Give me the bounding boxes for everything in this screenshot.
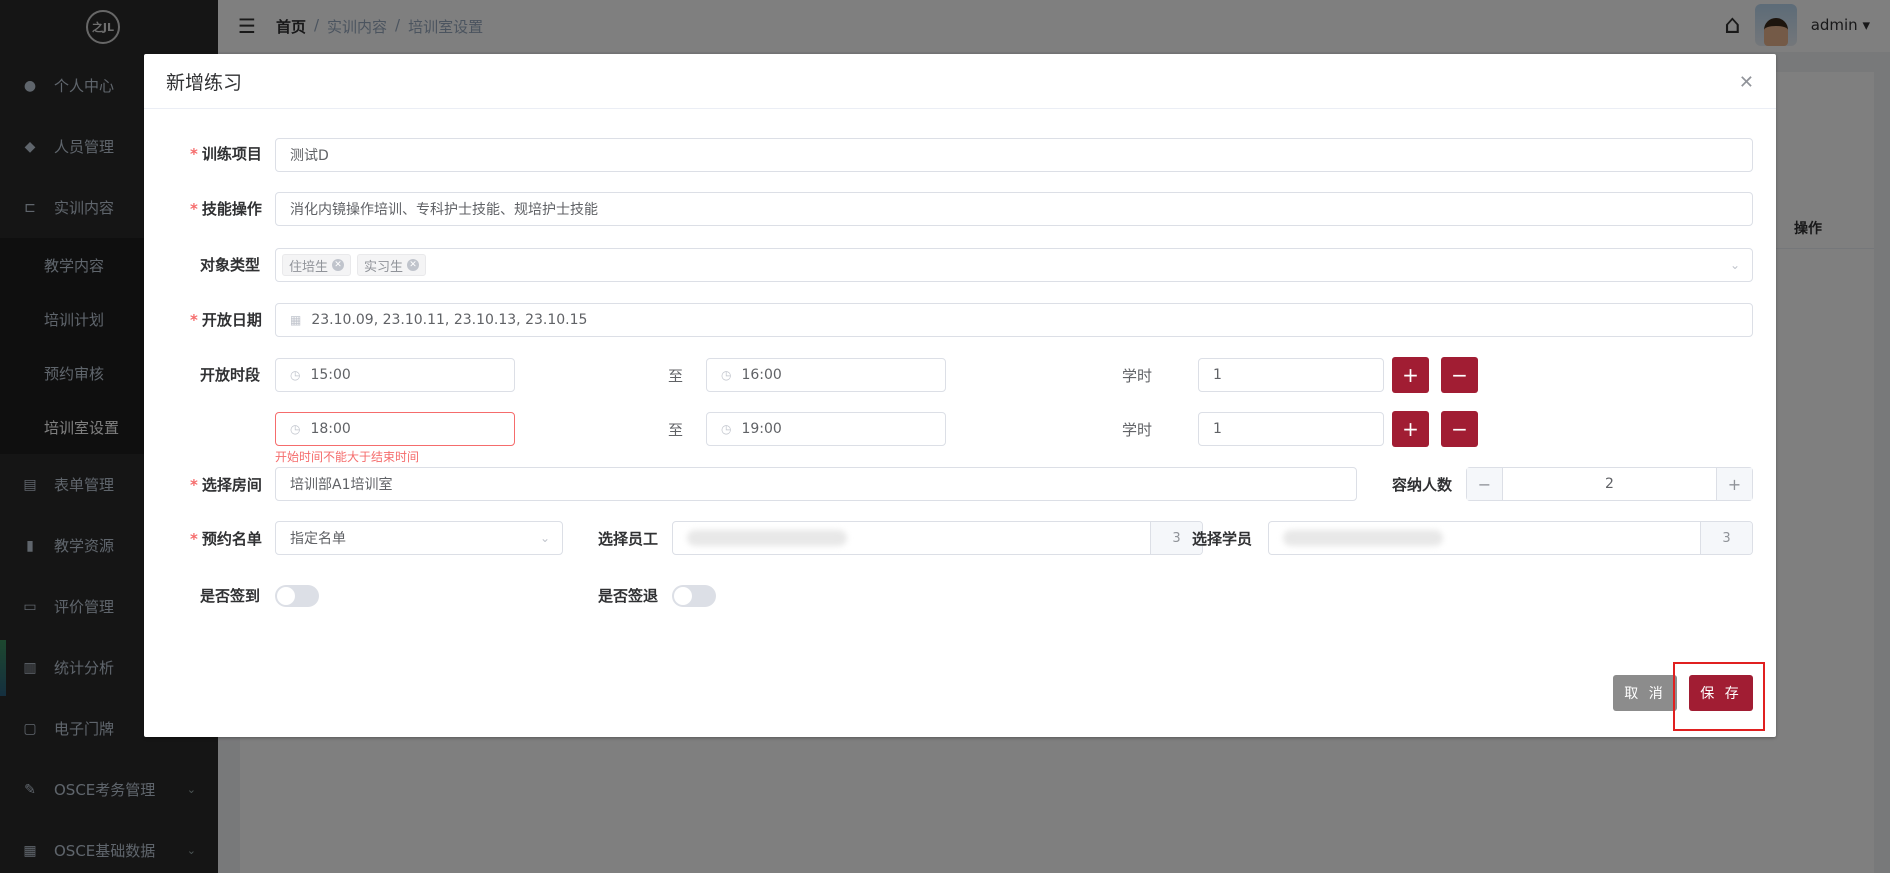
tag-close-icon[interactable]: ✕ bbox=[407, 259, 420, 271]
end-time-2[interactable]: ◷ 19:00 bbox=[706, 412, 946, 446]
hours-label: 学时 bbox=[1122, 421, 1153, 439]
staff-select[interactable]: 3 bbox=[672, 521, 1203, 555]
save-button-highlight bbox=[1673, 662, 1765, 731]
skill-label: * 技能操作 bbox=[190, 200, 262, 218]
capacity-label: 容纳人数 bbox=[1392, 476, 1453, 494]
clock-icon: ◷ bbox=[290, 368, 301, 382]
hours-label: 学时 bbox=[1122, 367, 1153, 385]
dialog-title: 新增练习 bbox=[166, 71, 243, 94]
plus-icon: + bbox=[1402, 363, 1419, 387]
remove-slot-button[interactable]: − bbox=[1441, 411, 1478, 447]
remove-slot-button[interactable]: − bbox=[1441, 357, 1478, 393]
list-value: 指定名单 bbox=[290, 531, 346, 547]
capacity-stepper: − 2 + bbox=[1466, 467, 1753, 501]
end-time-value: 16:00 bbox=[741, 367, 782, 383]
start-time-value: 18:00 bbox=[310, 421, 351, 437]
student-blurred-value bbox=[1269, 522, 1700, 554]
increase-button[interactable]: + bbox=[1716, 468, 1752, 500]
tag-close-icon[interactable]: ✕ bbox=[332, 259, 345, 271]
signout-label: 是否签退 bbox=[598, 587, 659, 605]
student-select[interactable]: 3 bbox=[1268, 521, 1753, 555]
end-time-1[interactable]: ◷ 16:00 bbox=[706, 358, 946, 392]
list-label: * 预约名单 bbox=[190, 530, 262, 548]
chevron-down-icon: ⌄ bbox=[1729, 258, 1740, 272]
period-label: 开放时段 bbox=[200, 366, 261, 384]
to-label: 至 bbox=[668, 421, 684, 439]
tag-resident: 住培生 ✕ bbox=[282, 254, 352, 276]
plus-icon: + bbox=[1402, 417, 1419, 441]
end-time-value: 19:00 bbox=[741, 421, 782, 437]
start-time-2[interactable]: ◷ 18:00 bbox=[275, 412, 515, 446]
project-label: * 训练项目 bbox=[190, 145, 262, 163]
skill-input[interactable]: 消化内镜操作培训、专科护士技能、规培护士技能 bbox=[275, 192, 1753, 226]
decrease-button[interactable]: − bbox=[1467, 468, 1503, 500]
target-label: 对象类型 bbox=[200, 256, 261, 274]
date-value: 23.10.09, 23.10.11, 23.10.13, 23.10.15 bbox=[311, 312, 588, 328]
capacity-value[interactable]: 2 bbox=[1503, 468, 1716, 500]
clock-icon: ◷ bbox=[721, 368, 732, 382]
clock-icon: ◷ bbox=[290, 422, 301, 436]
staff-label: 选择员工 bbox=[598, 530, 659, 548]
add-slot-button[interactable]: + bbox=[1392, 411, 1429, 447]
list-select[interactable]: 指定名单 ⌄ bbox=[275, 521, 563, 555]
room-label: * 选择房间 bbox=[190, 476, 262, 494]
chevron-down-icon: ⌄ bbox=[539, 531, 550, 545]
date-picker[interactable]: ▦ 23.10.09, 23.10.11, 23.10.13, 23.10.15 bbox=[275, 303, 1753, 337]
tag-intern: 实习生 ✕ bbox=[357, 254, 427, 276]
signin-label: 是否签到 bbox=[200, 587, 261, 605]
minus-icon: − bbox=[1451, 417, 1468, 441]
signin-toggle[interactable] bbox=[275, 585, 319, 607]
date-label: * 开放日期 bbox=[190, 311, 262, 329]
hours-input-2[interactable]: 1 bbox=[1198, 412, 1384, 446]
to-label: 至 bbox=[668, 367, 684, 385]
clock-icon: ◷ bbox=[721, 422, 732, 436]
add-slot-button[interactable]: + bbox=[1392, 357, 1429, 393]
target-select[interactable]: 住培生 ✕ 实习生 ✕ ⌄ bbox=[275, 248, 1753, 282]
room-input[interactable]: 培训部A1培训室 bbox=[275, 467, 1357, 501]
add-practice-dialog: 新增练习 ✕ * 训练项目 测试D * 技能操作 消化内镜操作培训、专科护士技能、规… bbox=[144, 54, 1776, 737]
minus-icon: − bbox=[1451, 363, 1468, 387]
project-input[interactable]: 测试D bbox=[275, 138, 1753, 172]
student-count: 3 bbox=[1700, 522, 1752, 554]
close-icon[interactable]: ✕ bbox=[1739, 72, 1754, 93]
dialog-header: 新增练习 ✕ bbox=[144, 54, 1776, 109]
student-label: 选择学员 bbox=[1192, 530, 1253, 548]
staff-blurred-value bbox=[673, 522, 1150, 554]
signout-toggle[interactable] bbox=[672, 585, 716, 607]
calendar-icon: ▦ bbox=[290, 313, 302, 327]
start-time-value: 15:00 bbox=[310, 367, 351, 383]
start-time-1[interactable]: ◷ 15:00 bbox=[275, 358, 515, 392]
cancel-button[interactable]: 取 消 bbox=[1613, 675, 1677, 711]
time-error-message: 开始时间不能大于结束时间 bbox=[275, 450, 420, 464]
hours-input-1[interactable]: 1 bbox=[1198, 358, 1384, 392]
